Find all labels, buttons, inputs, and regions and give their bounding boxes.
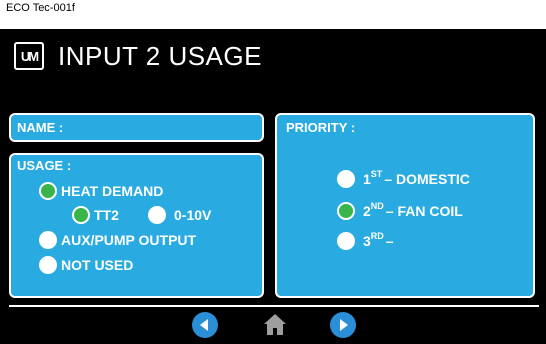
option-not-used[interactable]: NOT USED: [39, 256, 133, 274]
option-label: TT2: [94, 207, 119, 223]
radio-unselected-icon: [337, 232, 355, 250]
chevron-right-icon: [340, 319, 348, 331]
radio-selected-icon: [39, 182, 57, 200]
option-priority-1st[interactable]: 1 ST – DOMESTIC: [337, 169, 470, 188]
option-label: AUX/PUMP OUTPUT: [61, 232, 197, 248]
home-icon: [264, 314, 286, 335]
home-button[interactable]: [262, 311, 288, 337]
radio-selected-icon: [72, 206, 90, 224]
header: UM INPUT 2 USAGE: [14, 40, 262, 72]
chevron-left-icon: [200, 319, 208, 331]
priority-ordinal: ST: [370, 169, 383, 179]
option-0-10v[interactable]: 0-10V: [148, 206, 211, 224]
priority-ordinal: RD: [370, 231, 384, 241]
prev-button[interactable]: [192, 312, 218, 338]
usage-label: USAGE :: [17, 158, 72, 173]
priority-ordinal: ND: [370, 201, 384, 211]
name-label: NAME :: [17, 120, 64, 135]
option-label: NOT USED: [61, 257, 134, 273]
priority-text: – DOMESTIC: [384, 171, 470, 187]
option-priority-3rd[interactable]: 3 RD –: [337, 231, 394, 250]
priority-number: 1: [363, 171, 371, 187]
radio-unselected-icon: [39, 256, 57, 274]
priority-number: 3: [363, 233, 371, 249]
option-label: HEAT DEMAND: [61, 183, 164, 199]
next-button[interactable]: [330, 312, 356, 338]
priority-number: 2: [363, 203, 371, 219]
option-aux-pump-output[interactable]: AUX/PUMP OUTPUT: [39, 231, 196, 249]
device-screen: UM INPUT 2 USAGE NAME : USAGE : HEAT DEM…: [0, 29, 546, 344]
option-tt2[interactable]: TT2: [72, 206, 119, 224]
logo: UM: [14, 42, 44, 70]
page-title: INPUT 2 USAGE: [58, 40, 262, 71]
priority-text: – FAN COIL: [385, 203, 463, 219]
radio-unselected-icon: [39, 231, 57, 249]
priority-panel: PRIORITY : 1 ST – DOMESTIC 2 ND – FAN CO…: [275, 113, 535, 298]
usage-panel: USAGE : HEAT DEMAND TT2 0-10V AUX/PUMP O…: [9, 153, 264, 298]
radio-unselected-icon: [337, 170, 355, 188]
option-priority-2nd[interactable]: 2 ND – FAN COIL: [337, 201, 463, 220]
logo-text: UM: [20, 48, 39, 64]
name-field[interactable]: NAME :: [9, 113, 264, 142]
divider: [9, 305, 539, 307]
radio-selected-icon: [337, 202, 355, 220]
priority-text: –: [385, 233, 394, 249]
option-label: 0-10V: [174, 207, 212, 223]
window-caption: ECO Tec-001f: [6, 2, 75, 14]
priority-label: PRIORITY :: [286, 120, 356, 135]
option-heat-demand[interactable]: HEAT DEMAND: [39, 182, 163, 200]
radio-unselected-icon: [148, 206, 166, 224]
